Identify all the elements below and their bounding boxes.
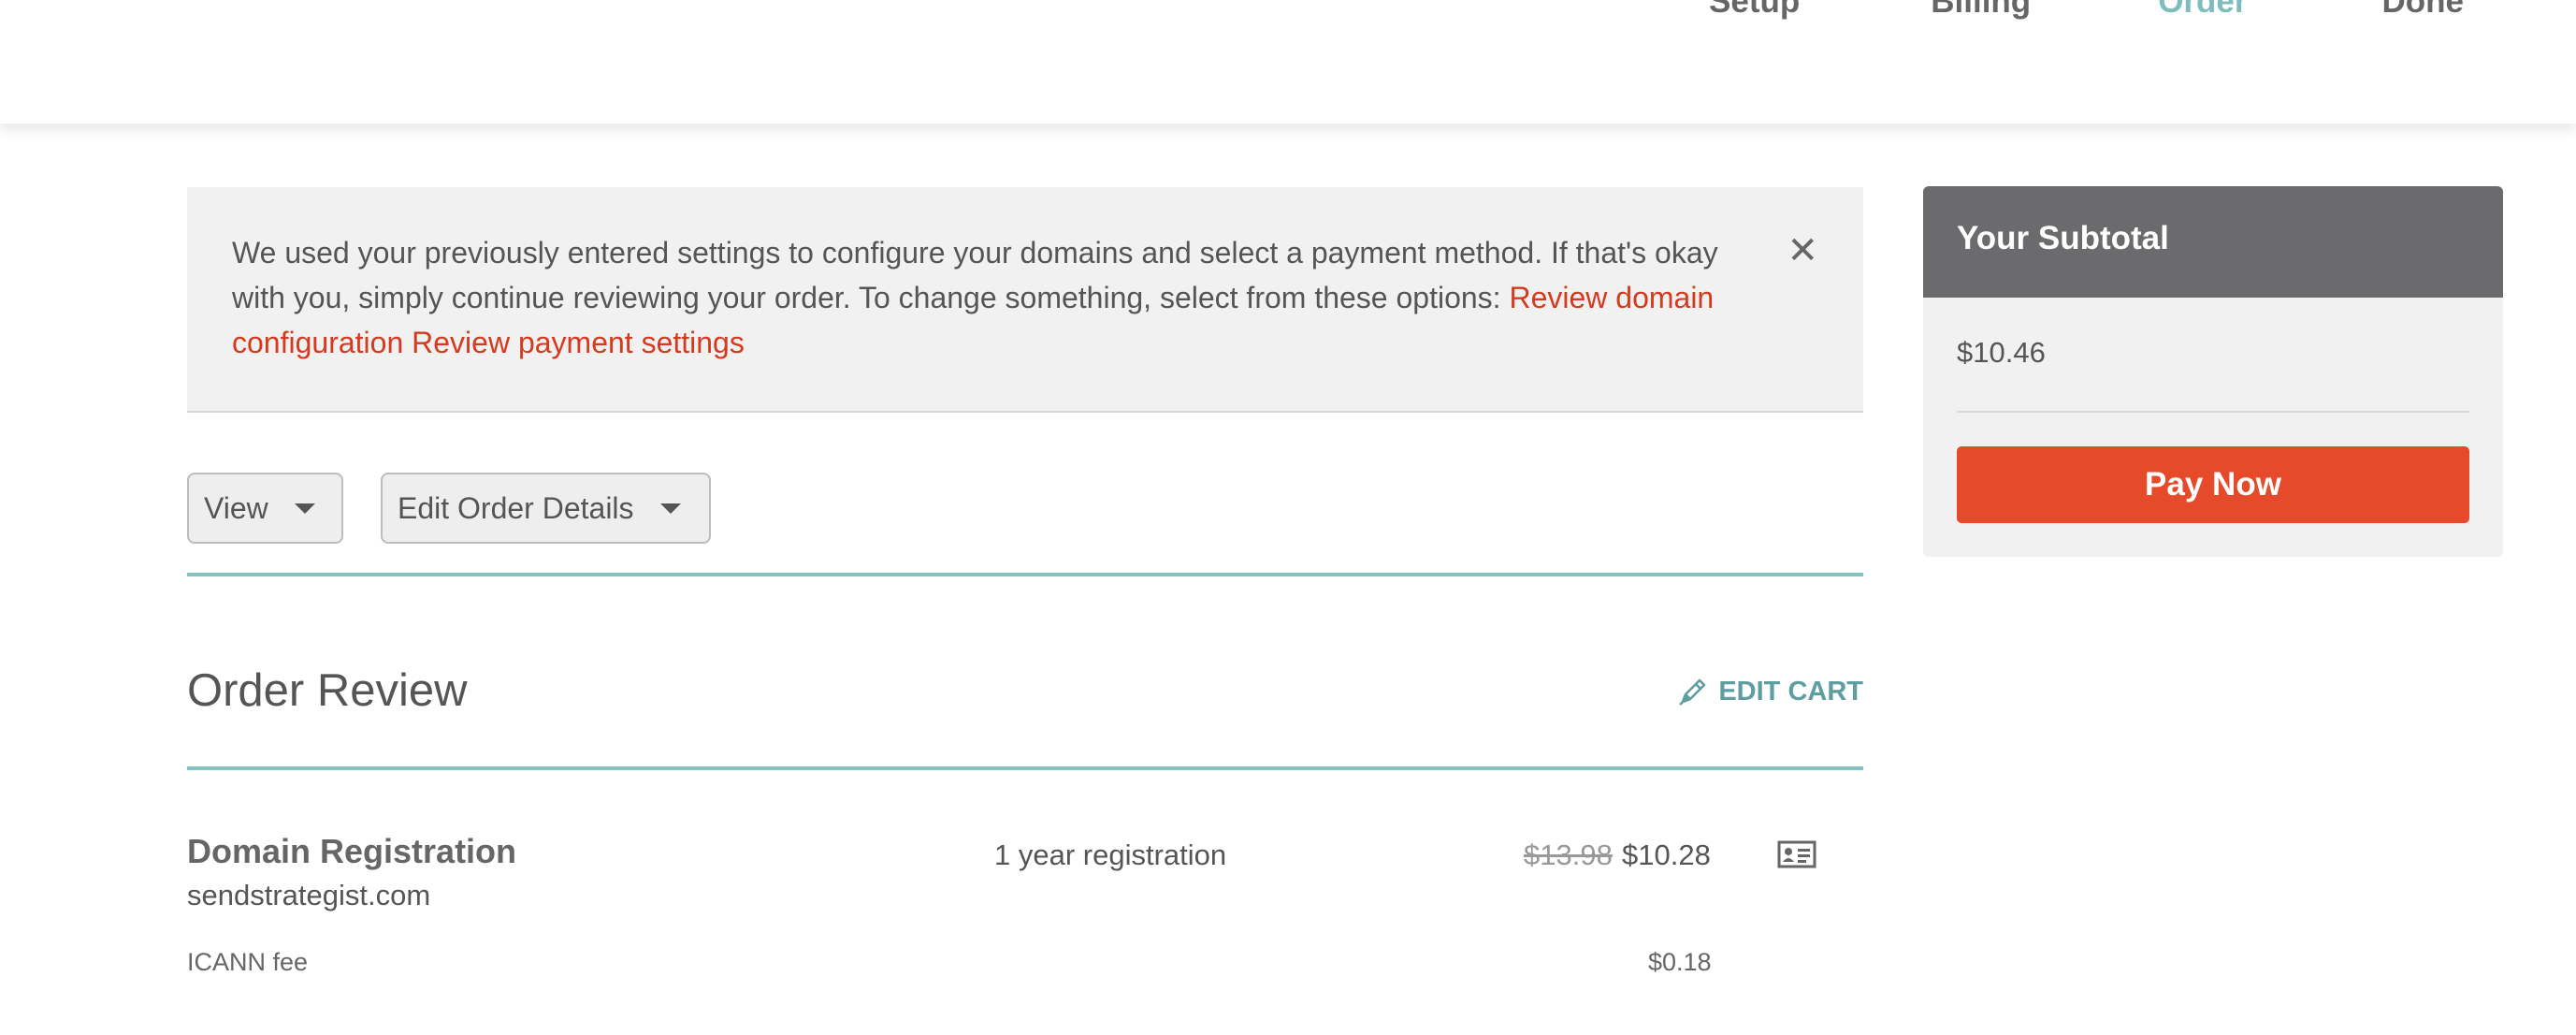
divider <box>187 766 1863 770</box>
step-order[interactable]: Order <box>2158 0 2247 21</box>
step-billing[interactable]: Billing <box>1931 0 2031 21</box>
item-term: 1 year registration <box>994 838 1227 871</box>
view-dropdown-label: View <box>204 490 268 525</box>
step-setup[interactable]: Setup <box>1709 0 1800 21</box>
subtotal-title: Your Subtotal <box>1923 186 2503 298</box>
review-payment-settings-link[interactable]: Review payment settings <box>412 326 745 359</box>
divider <box>1957 411 2469 413</box>
pencil-icon <box>1679 678 1706 706</box>
icann-fee-label: ICANN fee <box>187 948 309 976</box>
order-review-title: Order Review <box>187 665 468 716</box>
settings-notice: We used your previously entered settings… <box>187 187 1863 413</box>
caret-down-icon <box>294 503 315 514</box>
divider <box>187 573 1863 576</box>
pay-now-button[interactable]: Pay Now <box>1957 446 2469 523</box>
edit-order-details-dropdown[interactable]: Edit Order Details <box>381 473 711 544</box>
checkout-steps: Setup Billing Order Done <box>1709 0 2464 21</box>
edit-cart-link[interactable]: EDIT CART <box>1677 676 1863 707</box>
close-icon[interactable]: ✕ <box>1787 232 1818 270</box>
caret-down-icon <box>659 503 681 514</box>
item-original-price: $13.98 <box>1524 838 1613 871</box>
edit-cart-label: EDIT CART <box>1718 676 1863 707</box>
subtotal-card: Your Subtotal $10.46 Pay Now <box>1923 186 2503 557</box>
contact-card-icon[interactable] <box>1777 840 1816 873</box>
item-domain: sendstrategist.com <box>187 879 431 911</box>
step-done: Done <box>2381 0 2465 20</box>
edit-order-details-label: Edit Order Details <box>398 490 634 525</box>
item-title: Domain Registration <box>187 832 517 870</box>
view-dropdown[interactable]: View <box>187 473 343 544</box>
notice-text: We used your previously entered settings… <box>232 236 1718 314</box>
item-price: $10.28 <box>1622 838 1711 871</box>
checkout-header: Setup Billing Order Done <box>0 0 2576 124</box>
subtotal-amount: $10.46 <box>1957 336 2046 369</box>
icann-fee-amount: $0.18 <box>1648 948 1712 976</box>
